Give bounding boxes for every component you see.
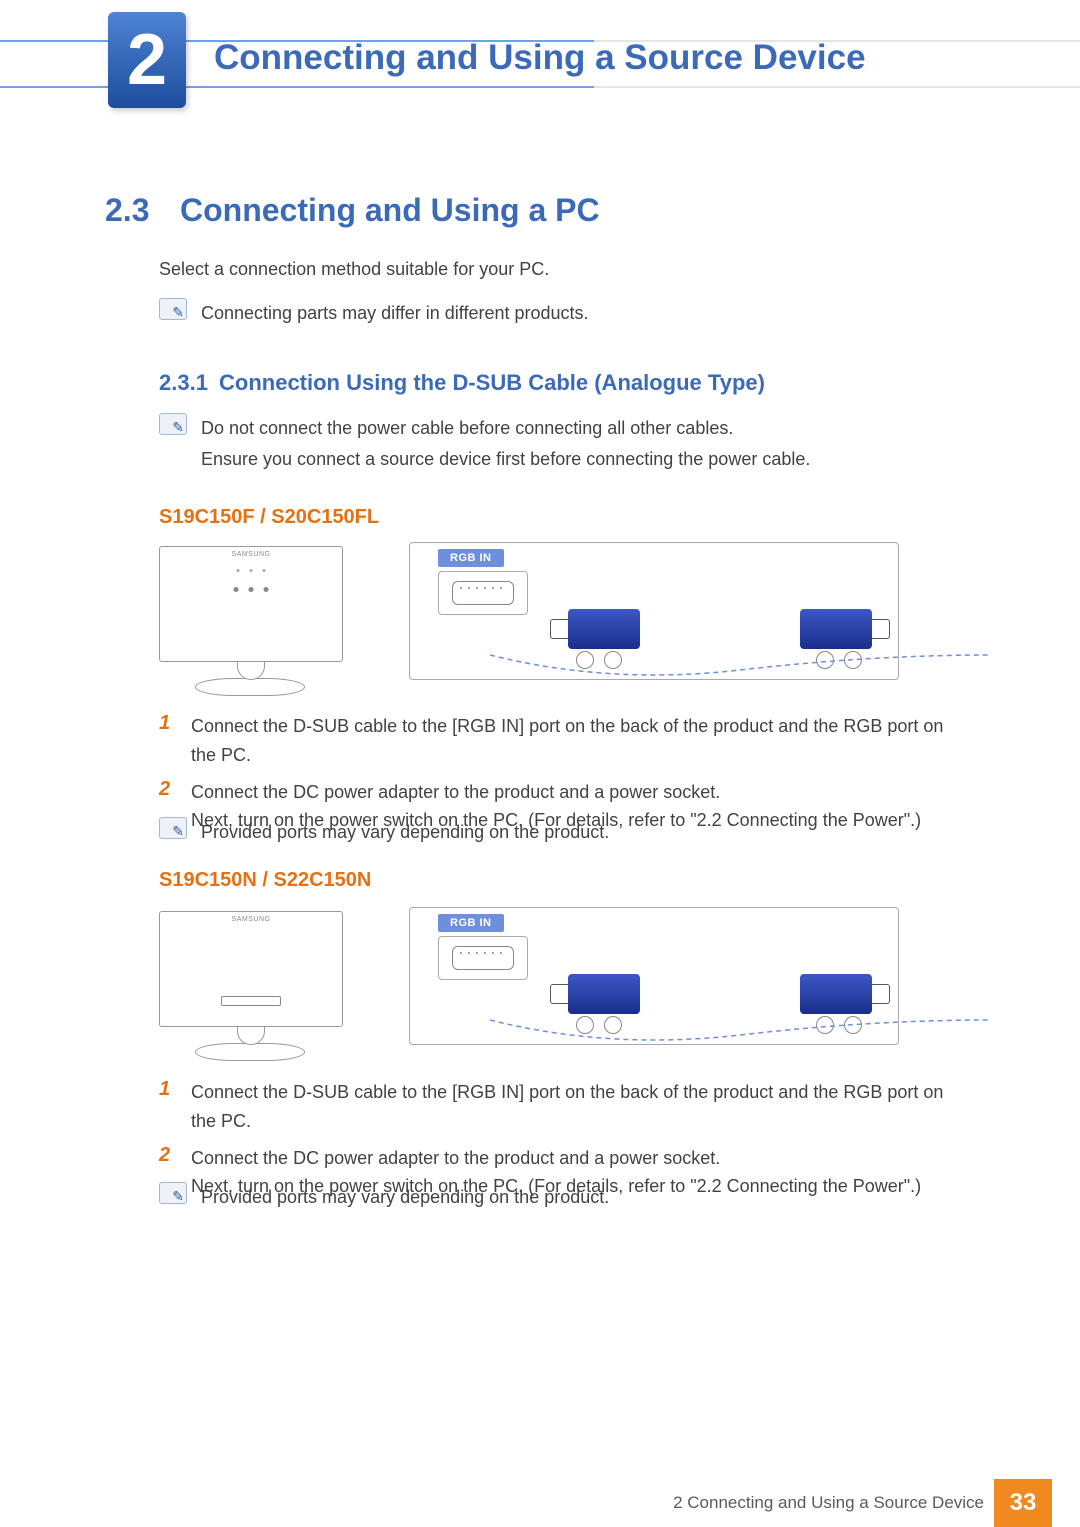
- note-icon: [159, 817, 187, 839]
- note-text: Connecting parts may differ in different…: [201, 298, 589, 329]
- dsub-connector-icon: [550, 603, 650, 655]
- cable-line: [490, 655, 990, 685]
- connection-diagram: SAMSUNG RGB IN: [159, 905, 899, 1065]
- model-heading: S19C150N / S22C150N: [159, 869, 371, 892]
- rgb-in-label: RGB IN: [438, 914, 504, 932]
- list-item: 1 Connect the D-SUB cable to the [RGB IN…: [159, 1078, 969, 1136]
- vga-port-icon: [438, 571, 528, 615]
- manual-page: 2 Connecting and Using a Source Device 2…: [0, 0, 1080, 1527]
- note-text: Provided ports may vary depending on the…: [201, 1182, 609, 1213]
- step-number: 2: [159, 1144, 177, 1167]
- step-number: 1: [159, 1078, 177, 1101]
- monitor-stand-base: [195, 678, 305, 696]
- note-block: Do not connect the power cable before co…: [159, 413, 979, 474]
- note-text: Provided ports may vary depending on the…: [201, 817, 609, 848]
- monitor-vents: [237, 569, 266, 572]
- note-block: Provided ports may vary depending on the…: [159, 1182, 979, 1213]
- monitor-port-strip: [221, 996, 281, 1006]
- monitor-ports: [234, 587, 269, 592]
- section-title: Connecting and Using a PC: [180, 192, 600, 228]
- step-text-line: Connect the DC power adapter to the prod…: [191, 782, 720, 802]
- footer-page-number: 33: [994, 1479, 1052, 1527]
- rgb-in-label: RGB IN: [438, 549, 504, 567]
- list-item: 1 Connect the D-SUB cable to the [RGB IN…: [159, 712, 969, 770]
- note-icon: [159, 1182, 187, 1204]
- monitor-back-panel: SAMSUNG: [159, 546, 343, 662]
- note-icon: [159, 413, 187, 435]
- vga-port-icon: [438, 936, 528, 980]
- zoom-detail-box: RGB IN: [409, 907, 899, 1045]
- step-text: Connect the D-SUB cable to the [RGB IN] …: [191, 1078, 969, 1136]
- step-text-line: Connect the DC power adapter to the prod…: [191, 1148, 720, 1168]
- section-number: 2.3: [105, 192, 180, 229]
- step-number: 2: [159, 778, 177, 801]
- monitor-stand-base: [195, 1043, 305, 1061]
- step-text: Connect the D-SUB cable to the [RGB IN] …: [191, 712, 969, 770]
- monitor-brand-label: SAMSUNG: [232, 916, 271, 923]
- note-block: Connecting parts may differ in different…: [159, 298, 979, 329]
- footer-pad: [1052, 1479, 1080, 1527]
- dsub-connector-icon: [790, 968, 890, 1020]
- footer-chapter-label: 2 Connecting and Using a Source Device: [673, 1493, 984, 1513]
- dsub-connector-icon: [550, 968, 650, 1020]
- section-intro-text: Select a connection method suitable for …: [159, 259, 549, 280]
- monitor-back-panel: SAMSUNG: [159, 911, 343, 1027]
- cable-line: [490, 1020, 990, 1050]
- note-icon: [159, 298, 187, 320]
- dsub-connector-icon: [790, 603, 890, 655]
- chapter-title: Connecting and Using a Source Device: [214, 38, 866, 78]
- model-heading: S19C150F / S20C150FL: [159, 506, 379, 529]
- step-number: 1: [159, 712, 177, 735]
- section-heading: 2.3Connecting and Using a PC: [105, 192, 600, 229]
- note-block: Provided ports may vary depending on the…: [159, 817, 979, 848]
- subsection-heading: 2.3.1Connection Using the D-SUB Cable (A…: [159, 370, 765, 396]
- chapter-number-badge: 2: [108, 12, 186, 108]
- connection-diagram: SAMSUNG RGB IN: [159, 540, 899, 700]
- monitor-brand-label: SAMSUNG: [232, 551, 271, 558]
- zoom-detail-box: RGB IN: [409, 542, 899, 680]
- page-footer: 2 Connecting and Using a Source Device 3…: [0, 1479, 1080, 1527]
- subsection-title: Connection Using the D-SUB Cable (Analog…: [219, 370, 765, 395]
- note-text: Do not connect the power cable before co…: [201, 413, 810, 474]
- subsection-number: 2.3.1: [159, 370, 219, 396]
- note-line: Do not connect the power cable before co…: [201, 413, 810, 444]
- note-line: Ensure you connect a source device first…: [201, 444, 810, 475]
